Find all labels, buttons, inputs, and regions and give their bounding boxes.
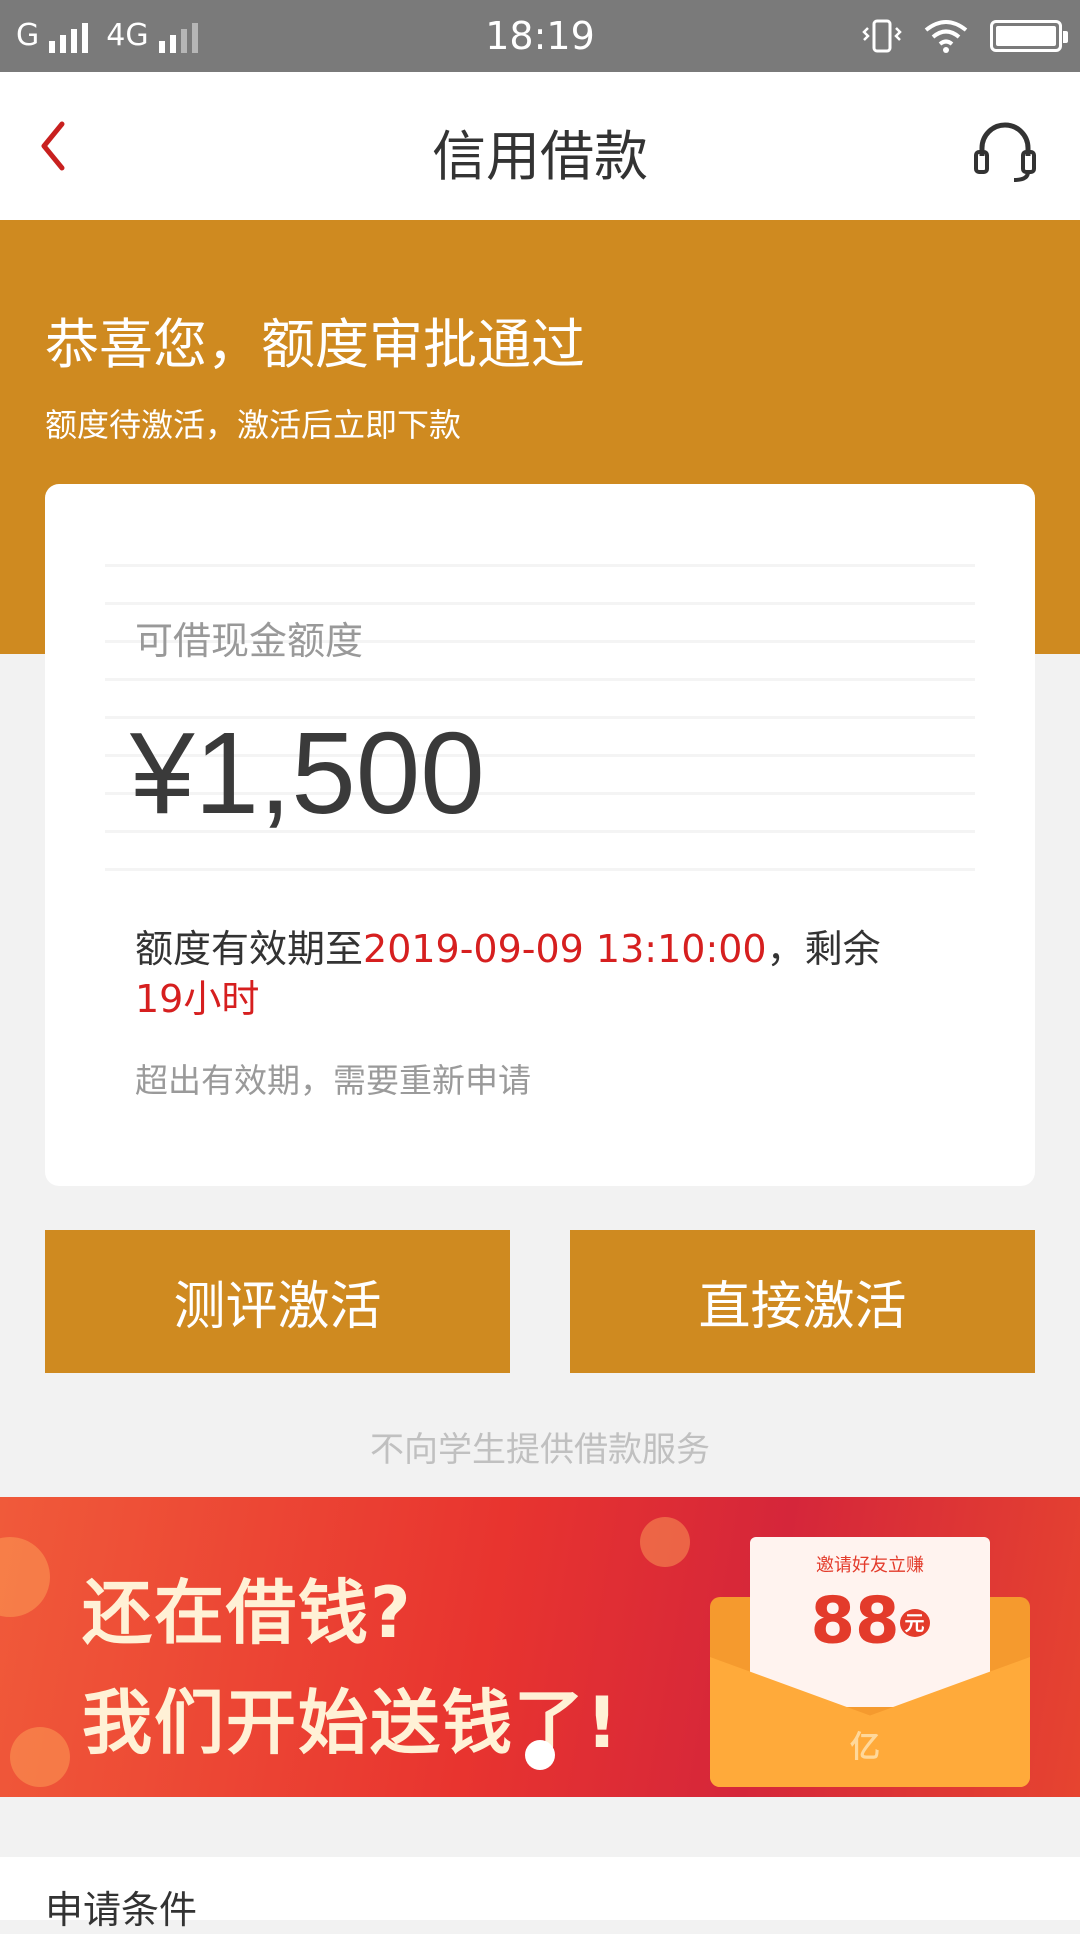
validity-date: 2019-09-09 13:10:00: [363, 927, 767, 971]
student-disclaimer: 不向学生提供借款服务: [370, 1430, 710, 1470]
status-bar: G 4G 18:19: [0, 0, 1080, 72]
validity-separator: ，剩余: [766, 927, 881, 971]
invite-card: 邀请好友立赚 88 元: [750, 1537, 990, 1707]
invite-card-title: 邀请好友立赚: [816, 1555, 924, 1576]
status-icons: [862, 18, 1068, 54]
banner-headline-1: 还在借钱?: [82, 1572, 413, 1654]
credit-amount: ¥1,500: [130, 708, 485, 838]
expiry-note: 超出有效期，需要重新申请: [135, 1061, 531, 1100]
battery-icon: [990, 20, 1068, 52]
validity-text: 额度有效期至2019-09-09 13:10:00，剩余 19小时: [135, 924, 965, 1024]
carousel-dot[interactable]: [525, 1740, 555, 1770]
approval-title: 恭喜您，额度审批通过: [45, 313, 585, 376]
envelope-logo: 亿: [850, 1730, 880, 1765]
page-title: 信用借款: [432, 125, 648, 188]
credit-limit-card: 可借现金额度 ¥1,500 额度有效期至2019-09-09 13:10:00，…: [45, 484, 1035, 1186]
coin-decoration: [0, 1537, 50, 1617]
customer-service-headset-icon[interactable]: [970, 116, 1040, 186]
assess-activate-button[interactable]: 测评激活: [45, 1230, 510, 1373]
promo-banner[interactable]: 还在借钱? 我们开始送钱了! 邀请好友立赚 88 元 亿: [0, 1497, 1080, 1797]
direct-activate-button[interactable]: 直接激活: [570, 1230, 1035, 1373]
approval-subtitle: 额度待激活，激活后立即下款: [45, 406, 462, 444]
amount-label: 可借现金额度: [135, 619, 364, 663]
invite-card-amount: 88 元: [750, 1581, 990, 1658]
section-title: 申请条件: [45, 1888, 198, 1932]
vibrate-icon: [862, 19, 902, 53]
nav-bar: 信用借款: [0, 72, 1080, 220]
red-envelope-illustration: 邀请好友立赚 88 元 亿: [700, 1537, 1040, 1787]
coin-decoration: [10, 1727, 70, 1787]
coin-decoration: [640, 1517, 690, 1567]
validity-remaining: 19小时: [135, 977, 260, 1021]
yuan-badge: 元: [899, 1608, 930, 1637]
wifi-icon: [924, 20, 968, 53]
validity-prefix: 额度有效期至: [135, 927, 364, 971]
application-conditions-section: 申请条件: [0, 1857, 1080, 1932]
